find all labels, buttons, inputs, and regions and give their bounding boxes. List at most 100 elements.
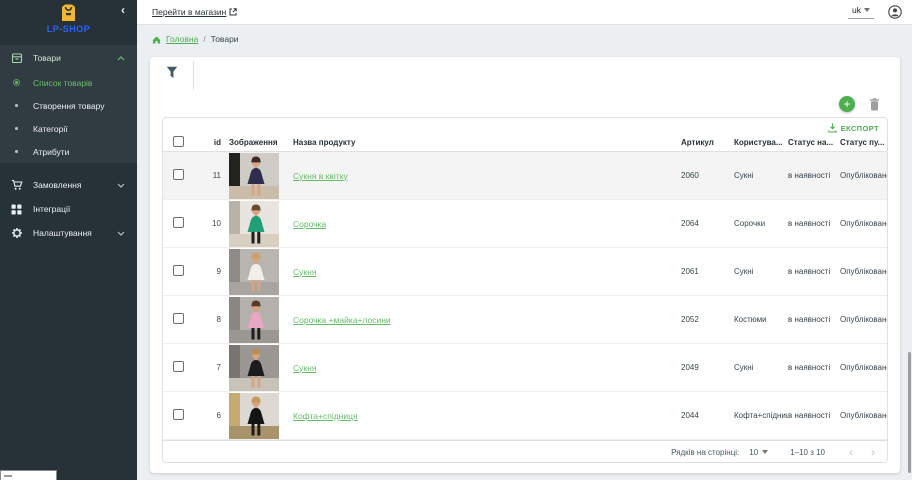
product-image[interactable] [229,393,279,439]
breadcrumb: Головна / Товари [152,34,239,44]
breadcrumb-current: Товари [211,34,239,44]
row-publish-status: Опубліковано [840,171,887,180]
row-stock-status: в наявності [788,315,840,324]
column-header-id[interactable]: id [201,138,223,147]
caret-down-icon [864,8,870,12]
shopping-bag-logo-icon [60,4,77,22]
table-header-row: id Зображення Назва продукту Артикул Кор… [163,134,887,152]
product-image[interactable] [229,345,279,391]
row-checkbox[interactable] [173,409,184,420]
column-header-publish-status[interactable]: Статус пу... [840,138,887,147]
breadcrumb-separator: / [203,34,205,44]
export-button[interactable]: ЕКСПОРТ [828,123,879,133]
row-publish-status: Опубліковано [840,267,887,276]
sidebar-subitem-label: Список товарів [33,78,92,88]
row-id: 11 [201,171,223,180]
product-name-link[interactable]: Сукня в квітку [293,171,348,181]
product-image[interactable] [229,297,279,343]
column-header-name[interactable]: Назва продукту [283,138,681,147]
row-checkbox[interactable] [173,169,184,180]
select-all-checkbox[interactable] [173,136,184,147]
row-checkbox[interactable] [173,313,184,324]
row-stock-status: в наявності [788,219,840,228]
sidebar-item-integrations[interactable]: Інтеграції [0,197,137,221]
chevron-up-icon [117,56,125,61]
product-name-link[interactable]: Сорочка [293,219,326,229]
products-card: + ЕКСПОРТ id Зображення Назва продукту А… [150,57,900,473]
rows-per-page-value: 10 [749,448,758,457]
table-row[interactable]: 7 Сукня 2049 Сукні в наявності Опубліков… [163,344,887,392]
row-sku: 2064 [681,219,734,228]
product-name-link[interactable]: Сукня [293,363,316,373]
table-body: 11 Сукня в квітку 2060 Сукні в наявності… [163,152,887,440]
table-row[interactable]: 11 Сукня в квітку 2060 Сукні в наявності… [163,152,887,200]
table-row[interactable]: 8 Сорочка +майка+лосини 2052 Костюми в н… [163,296,887,344]
sidebar: ‹ LP-SHOP Товари Список товарів Створенн… [0,0,137,480]
caret-down-icon [762,450,768,454]
download-icon [828,123,837,133]
sidebar-item-product-list[interactable]: Список товарів [0,71,137,94]
breadcrumb-home-link[interactable]: Головна [166,34,198,44]
bullet-icon [10,104,23,107]
sidebar-item-label: Замовлення [33,180,81,190]
rows-per-page-select[interactable]: 10 [749,448,768,457]
logo-text: LP-SHOP [47,24,91,34]
row-publish-status: Опубліковано [840,411,887,420]
row-stock-status: в наявності [788,267,840,276]
row-sku: 2060 [681,171,734,180]
sidebar-item-attributes[interactable]: Атрибути [0,140,137,163]
chevron-down-icon [117,183,125,188]
sidebar-item-orders[interactable]: Замовлення [0,173,137,197]
scrollbar-thumb[interactable] [908,352,911,473]
column-header-stock-status[interactable]: Статус на... [788,138,840,147]
row-sku: 2061 [681,267,734,276]
language-value: uk [852,5,861,15]
divider [193,61,194,90]
products-table: ЕКСПОРТ id Зображення Назва продукту Арт… [162,117,888,463]
product-image[interactable] [229,249,279,295]
add-product-button[interactable]: + [839,96,855,112]
table-row[interactable]: 10 Сорочка 2064 Сорочки в наявності Опуб… [163,200,887,248]
product-image[interactable] [229,201,279,247]
sidebar-item-products[interactable]: Товари [0,45,137,71]
column-header-sku[interactable]: Артикул [681,138,734,147]
sidebar-item-label: Товари [33,53,61,63]
products-box-icon [10,52,23,64]
row-checkbox[interactable] [173,361,184,372]
row-checkbox[interactable] [173,217,184,228]
row-checkbox[interactable] [173,265,184,276]
sidebar-item-settings[interactable]: Налаштування [0,221,137,245]
product-name-link[interactable]: Сукня [293,267,316,277]
gear-icon [10,227,23,239]
row-stock-status: в наявності [788,171,840,180]
language-select[interactable]: uk [848,5,874,19]
product-image[interactable] [229,153,279,199]
sidebar-subitem-label: Створення товару [33,101,105,111]
bullet-icon [10,150,23,153]
rows-per-page-label: Рядків на сторінці: [671,448,739,457]
delete-icon[interactable] [869,98,880,111]
product-name-link[interactable]: Сорочка +майка+лосини [293,315,391,325]
row-id: 8 [201,315,223,324]
table-row[interactable]: 6 Кофта+спідниця 2044 Кофта+спідниц в на… [163,392,887,440]
sidebar-collapse-icon[interactable]: ‹ [121,4,125,16]
row-id: 7 [201,363,223,372]
product-name-link[interactable]: Кофта+спідниця [293,411,358,421]
go-to-store-link[interactable]: Перейти в магазин [152,7,237,17]
column-header-image[interactable]: Зображення [223,138,283,147]
account-icon[interactable] [888,5,902,19]
filter-icon[interactable] [166,66,178,79]
row-category: Сукні [734,363,788,372]
sidebar-item-create-product[interactable]: Створення товару [0,94,137,117]
column-header-category[interactable]: Користува... [734,138,788,147]
previous-page-icon[interactable]: ‹ [849,447,853,457]
row-category: Сорочки [734,219,788,228]
next-page-icon[interactable]: › [871,447,875,457]
chevron-down-icon [117,231,125,236]
pagination-range: 1–10 з 10 [790,448,825,457]
logo[interactable]: LP-SHOP [0,0,137,34]
select-underline [848,18,874,19]
export-label: ЕКСПОРТ [841,124,879,133]
sidebar-item-categories[interactable]: Категорії [0,117,137,140]
table-row[interactable]: 9 Сукня 2061 Сукні в наявності Опубліков… [163,248,887,296]
